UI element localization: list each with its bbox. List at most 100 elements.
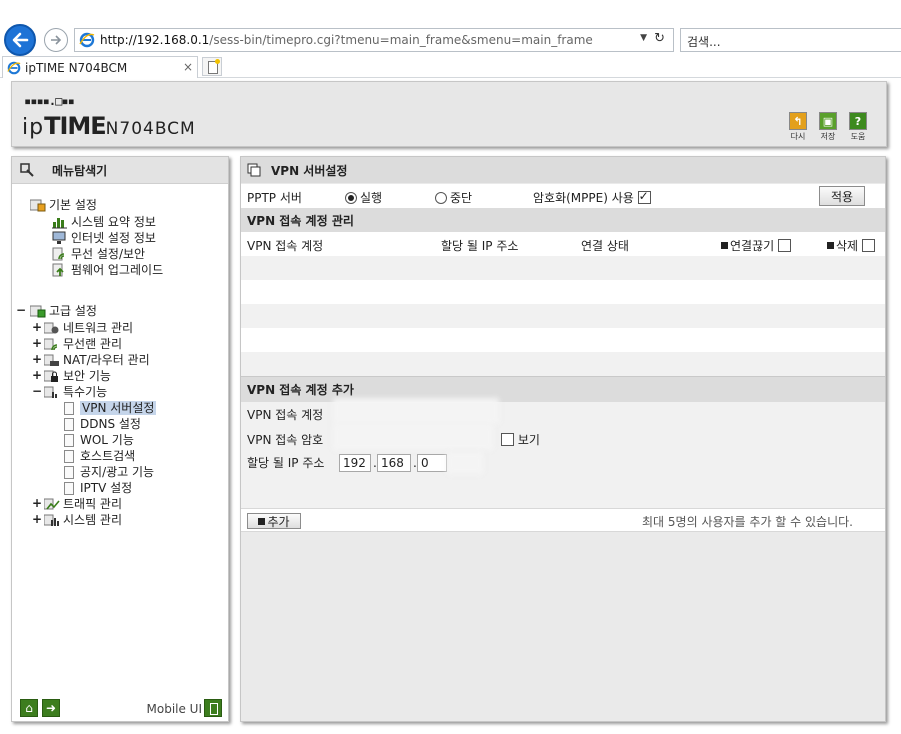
document-icon — [64, 433, 74, 447]
tree-item-label: 인터넷 설정 정보 — [71, 231, 156, 245]
accounts-header-row: VPN 접속 계정 할당 될 IP 주소 연결 상태 연결끊기 삭제 — [241, 232, 885, 256]
folder-special-icon — [44, 386, 57, 398]
tree-item-security[interactable]: 보안 기능 — [44, 368, 111, 384]
address-bar[interactable]: http://192.168.0.1/sess-bin/timepro.cgi?… — [74, 28, 674, 52]
radio-stop-circle[interactable] — [435, 192, 447, 204]
address-dropdown-icon[interactable]: ▼ — [640, 33, 647, 43]
tree-item-label: IPTV 설정 — [80, 481, 133, 495]
browser-tab[interactable]: ipTIME N704BCM × — [2, 56, 198, 78]
ip-octet-3[interactable]: 0 — [417, 454, 447, 472]
document-icon — [64, 417, 74, 431]
password-input[interactable] — [333, 424, 493, 450]
square-icon — [721, 242, 728, 249]
col-status: 연결 상태 — [581, 239, 629, 253]
ip-octet-2[interactable]: 168 — [377, 454, 411, 472]
max-users-note: 최대 5명의 사용자를 추가 할 수 있습니다. — [642, 515, 853, 529]
radio-run[interactable]: 실행 — [345, 189, 382, 206]
mppe-label: 암호화(MPPE) 사용 — [533, 191, 634, 205]
collapse-icon[interactable]: − — [32, 384, 42, 398]
search-input[interactable]: 검색... — [680, 28, 901, 52]
refresh-icon[interactable]: ↻ — [654, 31, 665, 46]
expand-icon[interactable]: + — [32, 336, 42, 350]
tree-item-wol[interactable]: WOL 기능 — [64, 432, 134, 448]
home-icon[interactable]: ⌂ — [20, 699, 38, 717]
tree-item-system-summary[interactable]: 시스템 요약 정보 — [52, 214, 156, 230]
radio-run-circle[interactable] — [345, 192, 357, 204]
network-icon — [44, 322, 59, 334]
tree-item-label: 펌웨어 업그레이드 — [71, 263, 164, 277]
disconnect-all-checkbox[interactable] — [778, 239, 791, 252]
expand-icon[interactable]: + — [32, 368, 42, 382]
logo-mark: ▪▪▪▪.□▪▪ — [24, 94, 75, 108]
tree-item-iptv[interactable]: IPTV 설정 — [64, 480, 132, 496]
tab-close-icon[interactable]: × — [183, 60, 193, 74]
tree-item-wireless-security[interactable]: 무선 설정/보안 — [52, 246, 145, 262]
menu-explorer-title-bar: 메뉴탐색기 — [12, 157, 228, 184]
tree-item-special[interactable]: 특수기능 — [44, 384, 107, 400]
tree-item-network[interactable]: 네트워크 관리 — [44, 320, 133, 336]
pptp-row: PPTP 서버 실행 중단 암호화(MPPE) 사용 적용 — [241, 184, 885, 208]
mppe-checkbox[interactable] — [637, 189, 651, 204]
ip-label: 할당 될 IP 주소 — [247, 456, 325, 470]
col-account: VPN 접속 계정 — [247, 239, 324, 253]
tree-item-ddns[interactable]: DDNS 설정 — [64, 416, 141, 432]
radio-stop[interactable]: 중단 — [435, 189, 472, 206]
expand-icon[interactable]: + — [32, 496, 42, 510]
mppe-option[interactable]: 암호화(MPPE) 사용 — [533, 189, 651, 206]
reload-button[interactable]: ↰ 다시 — [786, 112, 810, 142]
apply-button[interactable]: 적용 — [819, 186, 865, 206]
tree-advanced-settings[interactable]: 고급 설정 — [30, 303, 97, 319]
show-password-option[interactable]: 보기 — [501, 431, 540, 448]
save-label: 저장 — [820, 132, 836, 141]
mobile-icon[interactable] — [204, 699, 222, 717]
account-input[interactable] — [333, 398, 499, 424]
expand-icon[interactable]: + — [32, 352, 42, 366]
delete-all-checkbox[interactable] — [861, 239, 875, 252]
new-tab-icon[interactable] — [202, 57, 222, 76]
tree-item-nat-router[interactable]: NAT/라우터 관리 — [44, 352, 150, 368]
tree-item-firmware-upgrade[interactable]: 펌웨어 업그레이드 — [52, 262, 163, 278]
tree-item-label-selected: VPN 서버설정 — [80, 401, 157, 415]
add-button[interactable]: 추가 — [247, 513, 301, 529]
back-button[interactable] — [4, 24, 36, 56]
table-row — [241, 280, 885, 304]
table-row — [241, 256, 885, 280]
tree-item-notice-ad[interactable]: 공지/광고 기능 — [64, 464, 154, 480]
tree-item-internet-info[interactable]: 인터넷 설정 정보 — [52, 230, 156, 246]
col-disconnect: 연결끊기 — [721, 237, 791, 254]
tree-item-host-search[interactable]: 호스트검색 — [64, 448, 135, 464]
folder-settings-icon — [30, 199, 46, 212]
ie-tab-icon — [7, 61, 21, 74]
save-button[interactable]: ▣ 저장 — [816, 112, 840, 142]
show-password-label: 보기 — [517, 433, 540, 447]
document-icon — [64, 401, 74, 415]
expand-icon[interactable]: + — [32, 320, 42, 334]
header-buttons: ↰ 다시 ▣ 저장 ? 도움 — [786, 112, 870, 142]
system-chart-icon — [44, 514, 59, 526]
router-icon — [44, 354, 59, 366]
collapse-icon[interactable]: − — [16, 303, 26, 317]
tree-item-label: 특수기능 — [63, 385, 108, 399]
ip-octet-1[interactable]: 192 — [339, 454, 371, 472]
help-button[interactable]: ? 도움 — [846, 112, 870, 142]
document-icon — [64, 481, 74, 495]
url-path: /sess-bin/timepro.cgi?tmenu=main_frame&s… — [209, 33, 593, 47]
back-arrow-icon — [12, 32, 29, 48]
ip-octet-4[interactable] — [447, 452, 483, 474]
forward-button[interactable] — [44, 28, 68, 52]
panel-title-bar: VPN 서버설정 — [241, 157, 885, 183]
forward-arrow-icon — [51, 35, 62, 45]
tree-item-label: 시스템 요약 정보 — [71, 215, 156, 229]
mobile-ui-link[interactable]: Mobile UI — [147, 702, 203, 716]
menu-explorer-title: 메뉴탐색기 — [52, 163, 108, 178]
tree-item-vpn-server[interactable]: VPN 서버설정 — [64, 400, 157, 416]
account-label: VPN 접속 계정 — [247, 408, 324, 422]
expand-icon[interactable]: + — [32, 512, 42, 526]
logout-icon[interactable]: ➜ — [42, 699, 60, 717]
model-name: N704BCM — [105, 119, 196, 139]
tree-item-system[interactable]: 시스템 관리 — [44, 512, 122, 528]
tree-basic-settings[interactable]: 기본 설정 — [30, 197, 97, 213]
show-password-checkbox[interactable] — [501, 433, 514, 446]
tree-item-wlan[interactable]: 무선랜 관리 — [44, 336, 122, 352]
tree-item-traffic[interactable]: 트래픽 관리 — [44, 496, 122, 512]
